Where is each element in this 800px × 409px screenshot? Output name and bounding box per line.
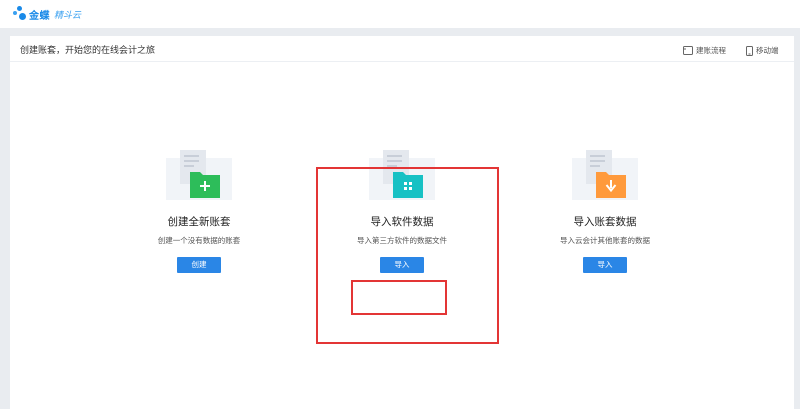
import-account-button[interactable]: 导入: [583, 257, 627, 273]
highlight-box-button: [351, 280, 447, 315]
card-description: 创建一个没有数据的账套: [157, 236, 241, 245]
top-bar: 金蝶 精斗云: [0, 0, 800, 28]
logo-product: 精斗云: [54, 10, 82, 21]
panel-header: 创建账套，开始您的在线会计之旅 建账流程 移动端: [10, 36, 794, 62]
mobile-phone-icon: [746, 45, 753, 56]
page-title: 创建账套，开始您的在线会计之旅: [20, 46, 156, 56]
build-process-link[interactable]: 建账流程: [683, 45, 726, 56]
highlight-box-card: [316, 167, 499, 344]
card-import-account: 导入账套数据 导入云会计其他账套的数据 导入: [505, 150, 705, 273]
card-title: 创建全新账套: [167, 216, 231, 228]
card-title: 导入账套数据: [573, 216, 637, 228]
app-logo[interactable]: 金蝶 精斗云: [13, 6, 81, 22]
create-button[interactable]: 创建: [177, 257, 221, 273]
logo-dots-icon: [13, 6, 27, 22]
folder-illustration: [164, 150, 234, 206]
mobile-label: 移动端: [756, 46, 779, 55]
folder-illustration: [570, 150, 640, 206]
card-description: 导入云会计其他账套的数据: [560, 236, 650, 245]
mobile-link[interactable]: 移动端: [746, 45, 779, 56]
logo-brand: 金蝶: [29, 10, 50, 22]
card-create-new: 创建全新账套 创建一个没有数据的账套 创建: [99, 150, 299, 273]
build-process-label: 建账流程: [696, 46, 726, 55]
flowchart-icon: [683, 46, 693, 55]
